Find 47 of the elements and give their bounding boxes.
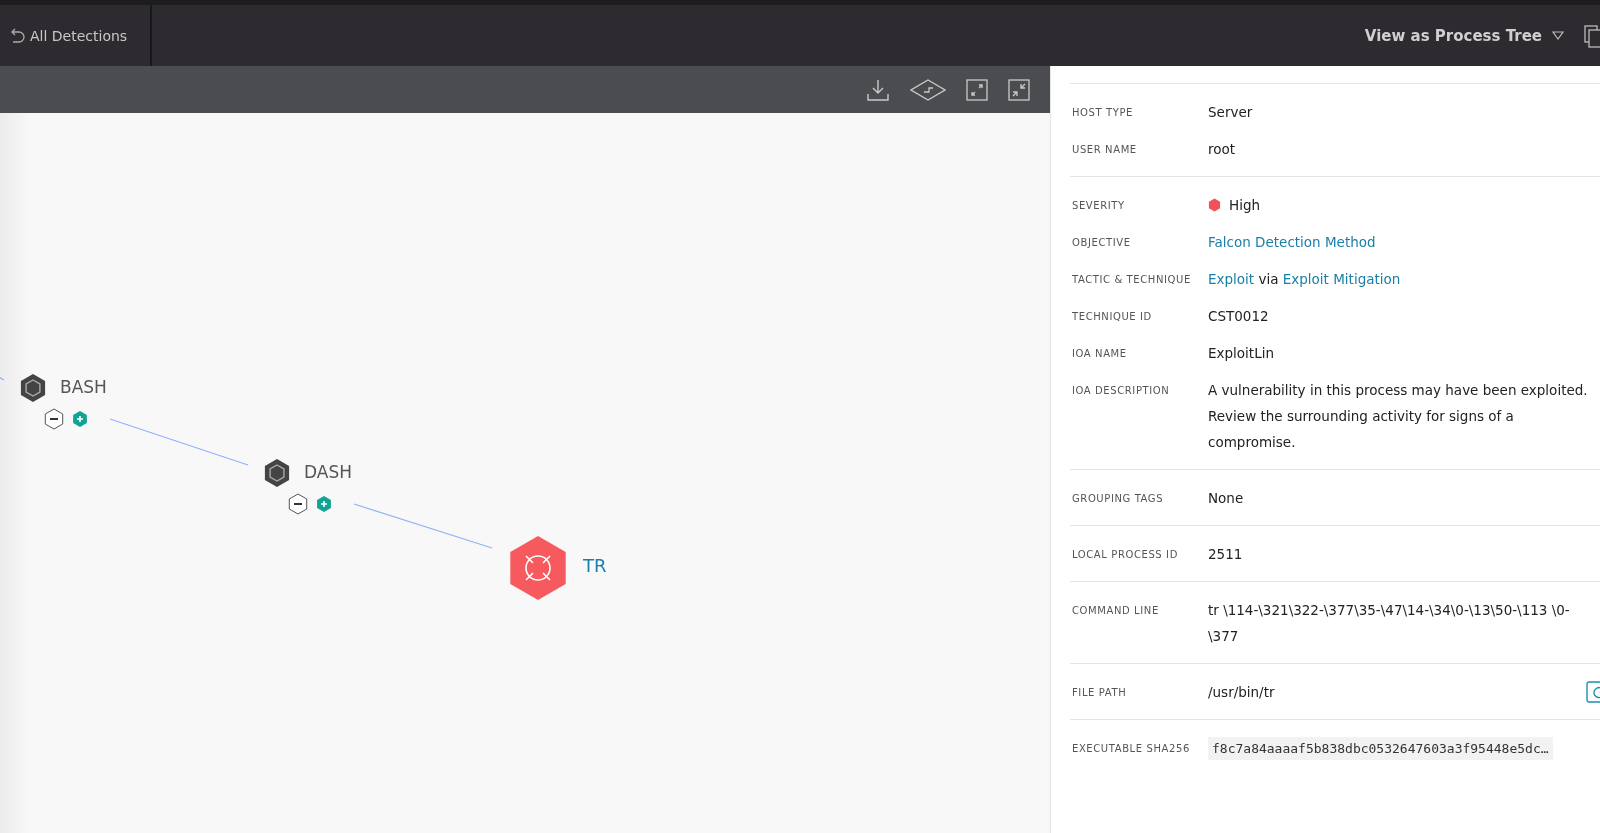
severity-value: High [1229, 196, 1261, 215]
field-value: /usr/bin/tr [1208, 683, 1275, 702]
field-value: Server [1208, 103, 1254, 122]
field-label: FILE PATH [1071, 686, 1128, 700]
layers-icon[interactable] [910, 78, 946, 101]
field-label: OBJECTIVE [1071, 236, 1132, 250]
field-label: EXECUTABLE SHA256 [1071, 742, 1191, 756]
undo-icon [11, 27, 25, 44]
field-value: CST0012 [1208, 307, 1270, 326]
field-label: SEVERITY [1071, 199, 1126, 213]
field-label: IOA DESCRIPTION [1071, 384, 1171, 398]
node-label[interactable]: DASH [304, 462, 352, 482]
view-dropdown[interactable]: View as Process Tree [1364, 26, 1564, 45]
objective-link[interactable]: Falcon Detection Method [1208, 234, 1376, 250]
field-value: tr \114-\321\322-\377\35-\47\14-\34\0-\13\50-\113 \0-\377 [1208, 601, 1571, 646]
all-detections-link[interactable]: All Detections [11, 27, 128, 44]
collapse-node-icon[interactable] [288, 493, 308, 515]
field-label: USER NAME [1071, 143, 1138, 157]
expand-node-icon[interactable] [316, 495, 332, 513]
collapse-icon[interactable] [1008, 78, 1030, 101]
hash-value: f8c7a84aaaaf5b838dbc0532647603a3f95448e5dc… [1208, 737, 1553, 760]
technique-link[interactable]: Exploit Mitigation [1282, 271, 1401, 287]
field-label: LOCAL PROCESS ID [1071, 548, 1179, 562]
field-label: TACTIC & TECHNIQUE [1071, 273, 1192, 287]
field-label: IOA NAME [1071, 347, 1128, 361]
field-value: root [1208, 140, 1237, 159]
field-text: via [1258, 271, 1279, 287]
process-node-icon[interactable] [263, 459, 291, 487]
caret-icon [1552, 31, 1564, 40]
field-value: 2511 [1208, 545, 1244, 564]
collapse-node-icon[interactable] [44, 408, 64, 430]
node-label[interactable]: TR [583, 555, 607, 576]
field-label: GROUPING TAGS [1071, 492, 1165, 506]
field-value: A vulnerability in this process may have been exploited. Review the surrounding activity for signs of a compromise. [1208, 381, 1589, 452]
edge-line [0, 374, 5, 381]
process-node-icon[interactable] [19, 374, 47, 402]
field-label: HOST TYPE [1071, 106, 1134, 120]
field-label: COMMAND LINE [1071, 604, 1160, 618]
download-icon[interactable] [866, 77, 890, 102]
technique-link[interactable]: Exploit [1208, 271, 1255, 287]
field-label: TECHNIQUE ID [1071, 310, 1153, 324]
expand-icon[interactable] [966, 78, 988, 101]
windows-icon[interactable] [1584, 23, 1600, 48]
expand-node-icon[interactable] [72, 410, 88, 428]
node-label[interactable]: BASH [60, 377, 107, 397]
field-value: ExploitLin [1208, 344, 1275, 363]
field-value: None [1208, 489, 1245, 508]
